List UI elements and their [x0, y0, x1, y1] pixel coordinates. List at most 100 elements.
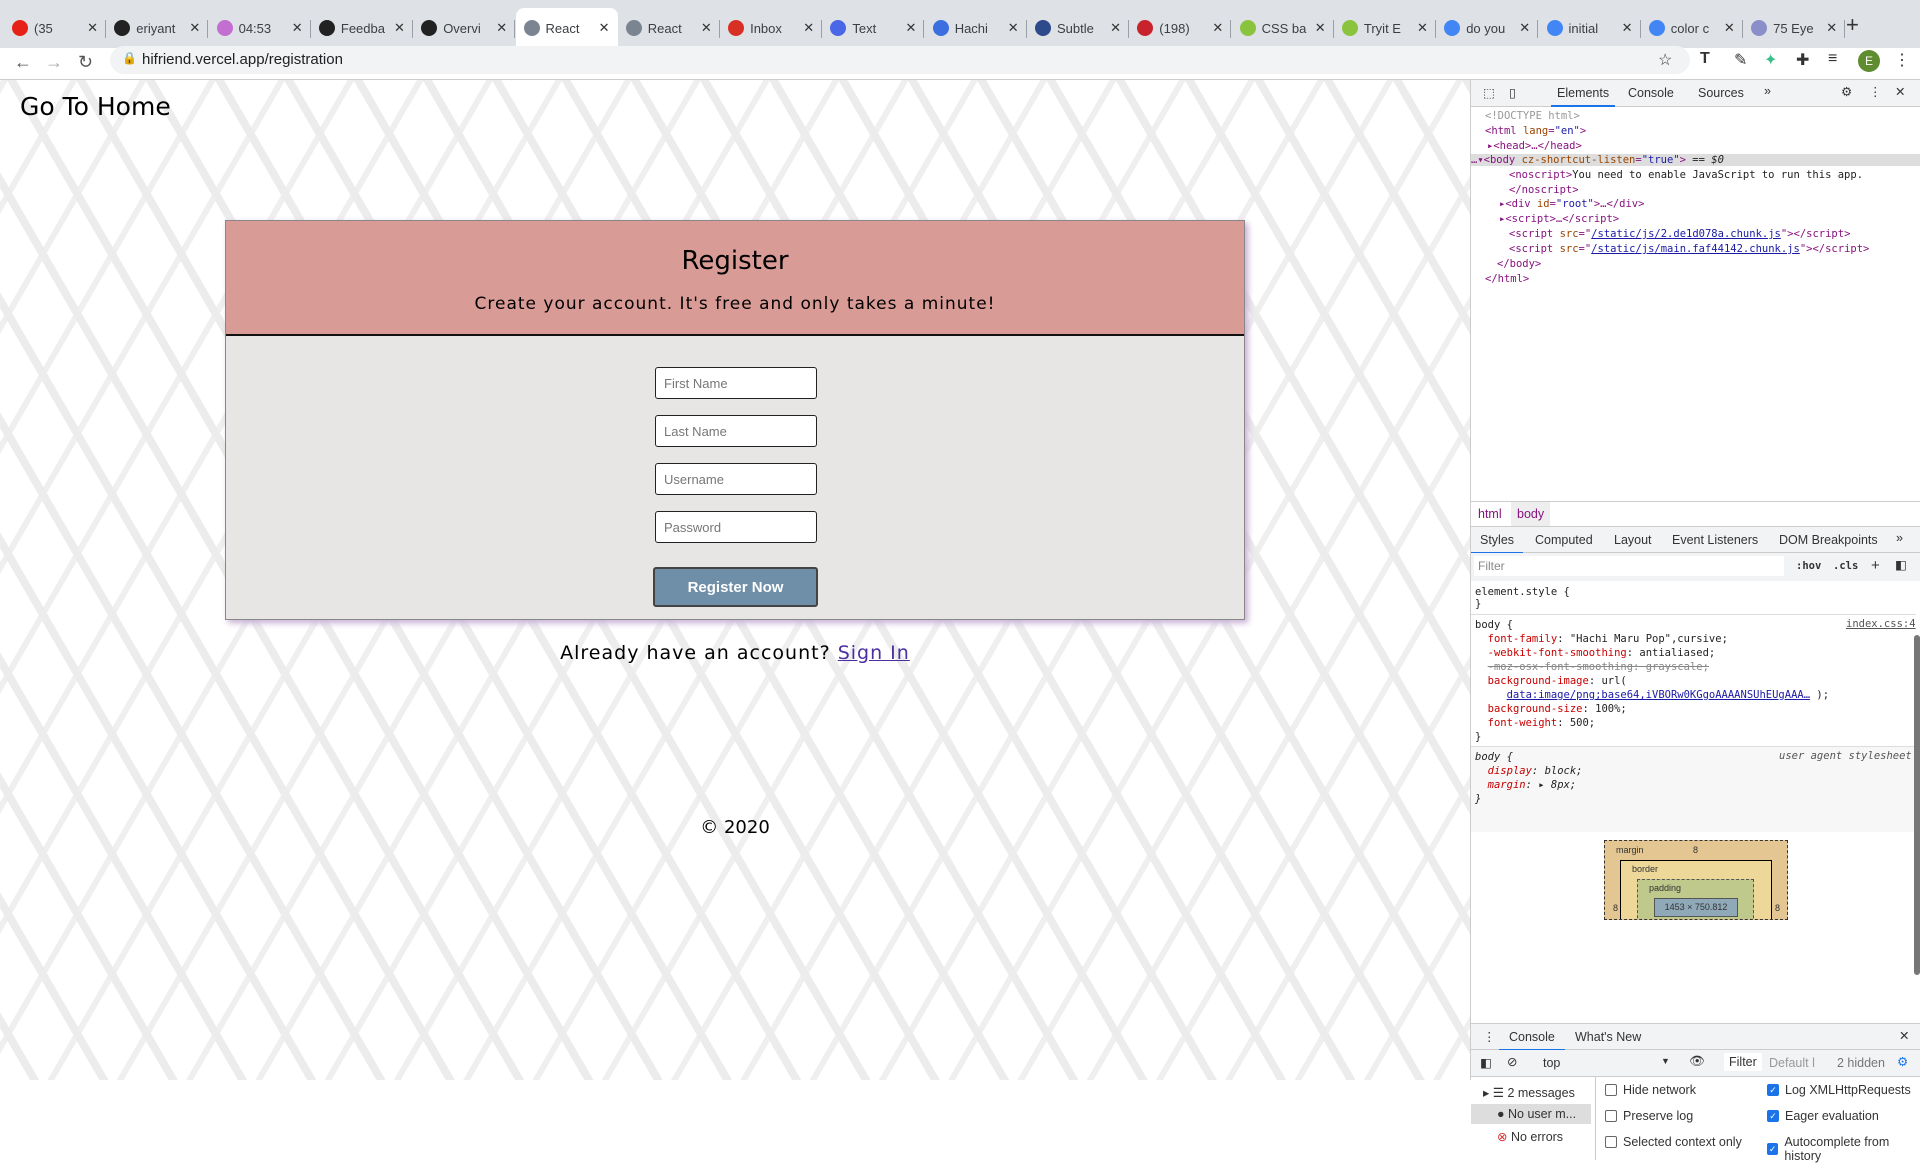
- close-tab-icon[interactable]: ✕: [1008, 20, 1019, 36]
- console-option[interactable]: ✓ Log XMLHttpRequests: [1767, 1083, 1911, 1097]
- close-tab-icon[interactable]: ✕: [1212, 20, 1223, 36]
- sidebar-errors[interactable]: ⊗ No errors: [1497, 1129, 1563, 1144]
- close-tab-icon[interactable]: ✕: [394, 20, 405, 36]
- context-dropdown-icon[interactable]: ▼: [1661, 1056, 1670, 1066]
- typora-extension-icon[interactable]: T: [1700, 50, 1710, 68]
- styles-scrollbar[interactable]: [1914, 635, 1920, 975]
- back-icon[interactable]: ←: [14, 52, 32, 73]
- tab-event-listeners[interactable]: Event Listeners: [1672, 533, 1758, 547]
- tab-dom-breakpoints[interactable]: DOM Breakpoints: [1779, 533, 1878, 547]
- dom-script-2[interactable]: <script src="/static/js/main.faf44142.ch…: [1509, 243, 1869, 255]
- close-tab-icon[interactable]: ✕: [1622, 20, 1633, 36]
- console-settings-icon[interactable]: ⚙: [1897, 1054, 1908, 1069]
- context-select[interactable]: top: [1543, 1056, 1560, 1070]
- dom-head[interactable]: ▸<head>…</head>: [1487, 140, 1582, 152]
- tab-layout[interactable]: Layout: [1614, 533, 1652, 547]
- close-tab-icon[interactable]: ✕: [1417, 20, 1428, 36]
- password-input[interactable]: Password: [655, 511, 817, 543]
- close-tab-icon[interactable]: ✕: [292, 20, 303, 36]
- device-toolbar-icon[interactable]: ▯: [1509, 85, 1516, 100]
- eyedropper-extension-icon[interactable]: ✎: [1734, 50, 1747, 70]
- tab-styles[interactable]: Styles: [1471, 533, 1524, 554]
- more-tabs-icon[interactable]: »: [1764, 84, 1771, 98]
- dom-noscript[interactable]: <noscript>You need to enable JavaScript …: [1509, 169, 1863, 181]
- rule-source-link[interactable]: index.css:4: [1846, 618, 1916, 630]
- browser-tab[interactable]: color c ✕: [1641, 8, 1743, 48]
- close-tab-icon[interactable]: ✕: [1724, 20, 1735, 36]
- dom-body-selected[interactable]: …▾<body cz-shortcut-listen="true"> == $0: [1471, 154, 1920, 166]
- sign-in-link[interactable]: Sign In: [838, 642, 910, 664]
- console-option[interactable]: Preserve log: [1605, 1109, 1693, 1123]
- extension-icon[interactable]: ✦: [1764, 50, 1777, 70]
- dom-script-1[interactable]: <script src="/static/js/2.de1d078a.chunk…: [1509, 228, 1850, 240]
- console-filter-input[interactable]: Filter: [1724, 1053, 1762, 1071]
- sidebar-messages[interactable]: ▸ ☰ 2 messages: [1483, 1085, 1575, 1100]
- new-rule-icon[interactable]: +: [1871, 557, 1880, 574]
- checkbox[interactable]: ✓: [1767, 1110, 1779, 1122]
- close-tab-icon[interactable]: ✕: [803, 20, 814, 36]
- element-style-rule[interactable]: element.style {}: [1475, 586, 1570, 610]
- close-drawer-icon[interactable]: ✕: [1899, 1028, 1909, 1043]
- drawer-menu-icon[interactable]: ⋮: [1483, 1029, 1496, 1044]
- address-bar[interactable]: 🔒 hifriend.vercel.app/registration: [110, 46, 1690, 74]
- browser-tab[interactable]: 75 Eye ✕: [1743, 8, 1846, 48]
- tab-console[interactable]: Console: [1628, 86, 1674, 100]
- inspect-element-icon[interactable]: ⬚: [1483, 85, 1495, 100]
- drawer-tab-whats-new[interactable]: What's New: [1575, 1030, 1641, 1044]
- console-option[interactable]: ✓ Eager evaluation: [1767, 1109, 1879, 1123]
- browser-tab[interactable]: React ✕: [618, 8, 720, 48]
- browser-tab[interactable]: CSS ba ✕: [1232, 8, 1334, 48]
- close-tab-icon[interactable]: ✕: [905, 20, 916, 36]
- cls-toggle[interactable]: .cls: [1833, 560, 1858, 572]
- browser-tab[interactable]: 04:53 ✕: [209, 8, 311, 48]
- close-tab-icon[interactable]: ✕: [701, 20, 712, 36]
- browser-tab[interactable]: Hachi ✕: [925, 8, 1027, 48]
- more-style-tabs-icon[interactable]: »: [1896, 531, 1903, 545]
- checkbox[interactable]: [1605, 1110, 1617, 1122]
- browser-tab[interactable]: Inbox ✕: [720, 8, 823, 48]
- console-option[interactable]: Hide network: [1605, 1083, 1696, 1097]
- extensions-puzzle-icon[interactable]: ✚: [1796, 50, 1809, 70]
- dom-html[interactable]: <html lang="en">: [1485, 125, 1586, 137]
- close-tab-icon[interactable]: ✕: [599, 20, 610, 36]
- browser-tab[interactable]: (198) ✕: [1129, 8, 1232, 48]
- forward-icon[interactable]: →: [45, 52, 63, 73]
- browser-tab[interactable]: Tryit E ✕: [1334, 8, 1436, 48]
- browser-tab[interactable]: React ✕: [515, 8, 618, 48]
- sidebar-user-messages[interactable]: ● No user m...: [1471, 1104, 1591, 1124]
- settings-gear-icon[interactable]: ⚙: [1841, 84, 1852, 99]
- browser-tab[interactable]: (35 ✕: [4, 8, 106, 48]
- live-expression-eye-icon[interactable]: 👁: [1689, 1054, 1705, 1069]
- new-tab-button[interactable]: +: [1846, 12, 1859, 38]
- hov-toggle[interactable]: :hov: [1796, 560, 1821, 572]
- crumb-html[interactable]: html: [1478, 507, 1502, 521]
- bookmark-star-icon[interactable]: ☆: [1658, 50, 1672, 70]
- dom-inline-script[interactable]: ▸<script>…</script>: [1499, 213, 1619, 225]
- devtools-menu-icon[interactable]: ⋮: [1869, 84, 1882, 99]
- drawer-tab-console[interactable]: Console: [1499, 1030, 1565, 1051]
- close-tab-icon[interactable]: ✕: [87, 20, 98, 36]
- browser-tab[interactable]: Feedba ✕: [311, 8, 413, 48]
- close-tab-icon[interactable]: ✕: [1826, 20, 1837, 36]
- close-tab-icon[interactable]: ✕: [189, 20, 200, 36]
- tab-elements[interactable]: Elements: [1551, 86, 1616, 107]
- browser-tab[interactable]: Text ✕: [822, 8, 925, 48]
- close-devtools-icon[interactable]: ✕: [1895, 84, 1905, 99]
- tab-sources[interactable]: Sources: [1698, 86, 1744, 100]
- first-name-input[interactable]: First Name: [655, 367, 817, 399]
- checkbox[interactable]: [1605, 1136, 1617, 1148]
- checkbox[interactable]: ✓: [1767, 1143, 1779, 1155]
- browser-tab[interactable]: eriyant ✕: [106, 8, 209, 48]
- dom-root-div[interactable]: ▸<div id="root">…</div>: [1499, 198, 1644, 210]
- body-css-rule[interactable]: body { font-family: "Hachi Maru Pop",cur…: [1475, 618, 1829, 744]
- checkbox[interactable]: ✓: [1767, 1084, 1779, 1096]
- go-to-home-link[interactable]: Go To Home: [20, 92, 171, 121]
- close-tab-icon[interactable]: ✕: [1315, 20, 1326, 36]
- console-option[interactable]: ✓ Autocomplete from history: [1767, 1135, 1920, 1163]
- browser-tab[interactable]: Overvi ✕: [413, 8, 516, 48]
- username-input[interactable]: Username: [655, 463, 817, 495]
- media-queue-icon[interactable]: ≡: [1828, 50, 1837, 68]
- styles-filter-input[interactable]: Filter: [1474, 556, 1784, 576]
- close-tab-icon[interactable]: ✕: [1519, 20, 1530, 36]
- browser-tab[interactable]: Subtle ✕: [1027, 8, 1129, 48]
